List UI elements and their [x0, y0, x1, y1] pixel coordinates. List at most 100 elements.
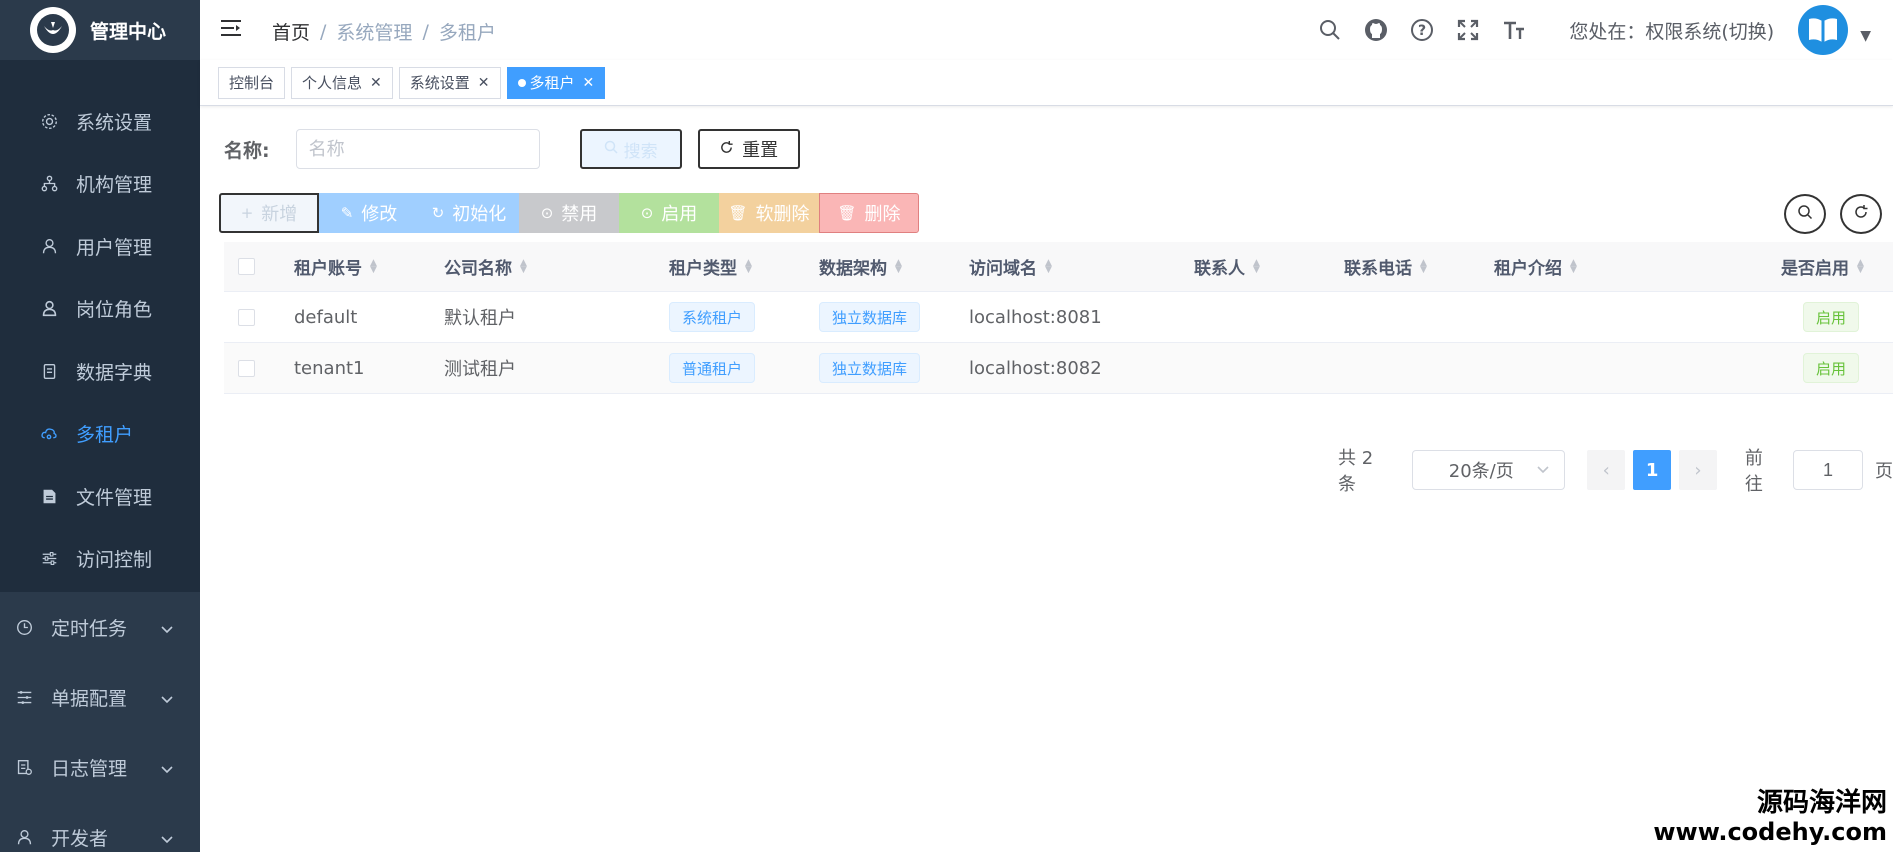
sidebar-item-files[interactable]: 文件管理: [0, 465, 200, 528]
sort-icon[interactable]: ▲ ▼: [1045, 258, 1052, 274]
reset-button[interactable]: 重置: [697, 129, 800, 169]
search-icon[interactable]: [1317, 17, 1343, 43]
col-account[interactable]: 租户账号 ▲ ▼: [294, 254, 444, 279]
hamburger-icon[interactable]: [220, 18, 244, 42]
sidebar-item-label: 访问控制: [76, 549, 153, 572]
sort-icon[interactable]: ▲ ▼: [895, 258, 902, 274]
breadcrumb-system[interactable]: 系统管理: [336, 18, 412, 45]
refresh-icon: [719, 139, 734, 160]
logo-icon: [30, 7, 76, 53]
name-search-input[interactable]: [295, 129, 540, 169]
chevron-down-icon: [1536, 459, 1550, 480]
add-button[interactable]: + 新增: [219, 193, 319, 233]
sort-icon[interactable]: ▲ ▼: [1420, 258, 1427, 274]
sidebar-group-logs[interactable]: 日志管理: [0, 732, 200, 802]
sidebar-item-access[interactable]: 访问控制: [0, 528, 200, 591]
sort-icon[interactable]: ▲ ▼: [520, 258, 527, 274]
refresh-table-button[interactable]: [1840, 194, 1882, 234]
page-number[interactable]: 1: [1633, 450, 1672, 490]
sidebar-item-dict[interactable]: 数据字典: [0, 340, 200, 403]
table-row[interactable]: tenant1 测试租户 普通租户 独立数据库 localhost:8082 启…: [224, 343, 1893, 394]
sort-icon[interactable]: ▲ ▼: [745, 258, 752, 274]
sidebar-item-label: 机构管理: [76, 174, 153, 197]
col-intro[interactable]: 租户介绍 ▲ ▼: [1494, 254, 1781, 279]
caret-down-icon[interactable]: ▼: [1860, 28, 1871, 44]
avatar[interactable]: [1798, 5, 1849, 55]
sidebar-item-label: 岗位角色: [76, 299, 153, 322]
status-badge: 启用: [1802, 353, 1859, 383]
tag-dashboard[interactable]: 控制台: [218, 66, 286, 99]
close-icon[interactable]: ✕: [370, 75, 382, 91]
tree-icon: [40, 175, 58, 193]
row-checkbox[interactable]: [238, 308, 255, 326]
sidebar-item-tenant[interactable]: 多租户: [0, 403, 200, 466]
init-button[interactable]: ↻ 初始化: [419, 193, 519, 233]
search-button[interactable]: 搜索: [579, 129, 682, 169]
sort-icon[interactable]: ▲ ▼: [370, 258, 377, 274]
sidebar: 管理中心 系统设置 机构管理 用户管理 岗位角色 数据字典 多租户 文件管理 访…: [0, 0, 200, 852]
next-page-button[interactable]: ›: [1679, 450, 1717, 490]
tag-profile[interactable]: 个人信息 ✕: [291, 66, 393, 99]
soft-delete-button[interactable]: 🗑 软删除: [719, 193, 819, 233]
sidebar-item-label: 系统设置: [76, 111, 153, 134]
edit-button[interactable]: ✎ 修改: [319, 193, 419, 233]
disable-button[interactable]: ⊙ 禁用: [519, 193, 619, 233]
tag-settings[interactable]: 系统设置 ✕: [398, 66, 501, 99]
delete-button[interactable]: 🗑 删除: [819, 193, 919, 233]
table-row[interactable]: default 默认租户 系统租户 独立数据库 localhost:8081 启…: [224, 292, 1893, 343]
sort-icon[interactable]: ▲ ▼: [1253, 258, 1260, 274]
document-icon: [40, 362, 58, 380]
close-icon[interactable]: ✕: [478, 75, 490, 91]
sidebar-item-system-settings[interactable]: 系统设置: [0, 90, 200, 153]
developer-icon: [15, 828, 33, 846]
page-size-select[interactable]: 20条/页: [1411, 450, 1566, 490]
trash-icon: 🗑: [837, 204, 857, 222]
logo[interactable]: 管理中心: [0, 0, 200, 60]
sidebar-item-roles[interactable]: 岗位角色: [0, 278, 200, 341]
font-size-icon[interactable]: [1501, 17, 1527, 43]
sort-icon[interactable]: ▲ ▼: [1857, 258, 1864, 274]
breadcrumb: 首页 / 系统管理 / 多租户: [272, 18, 496, 45]
close-icon[interactable]: ✕: [583, 75, 595, 91]
goto-page-input[interactable]: [1793, 450, 1864, 490]
plus-icon: +: [240, 204, 254, 222]
fullscreen-icon[interactable]: [1455, 17, 1481, 43]
prev-page-button[interactable]: ‹: [1587, 450, 1626, 490]
search-icon: [604, 139, 618, 159]
col-domain[interactable]: 访问域名 ▲ ▼: [969, 254, 1194, 279]
sidebar-group-label: 定时任务: [51, 617, 128, 640]
sidebar-item-label: 用户管理: [76, 236, 153, 259]
col-phone[interactable]: 联系电话 ▲ ▼: [1344, 254, 1494, 279]
sidebar-item-org[interactable]: 机构管理: [0, 153, 200, 216]
sidebar-group-scheduled[interactable]: 定时任务: [0, 592, 200, 662]
sort-icon[interactable]: ▲ ▼: [1570, 258, 1577, 274]
select-all-checkbox[interactable]: [238, 258, 255, 275]
col-company[interactable]: 公司名称 ▲ ▼: [444, 254, 669, 279]
chevron-down-icon: [160, 688, 174, 710]
col-contact[interactable]: 联系人 ▲ ▼: [1194, 254, 1344, 279]
tag-label: 系统设置: [409, 74, 470, 92]
arch-badge: 独立数据库: [819, 353, 921, 383]
cell-domain: localhost:8081: [969, 306, 1102, 328]
github-icon[interactable]: [1363, 17, 1389, 43]
cell-company: 测试租户: [444, 359, 516, 380]
col-arch[interactable]: 数据架构 ▲ ▼: [819, 254, 969, 279]
logo-title: 管理中心: [90, 20, 167, 43]
sidebar-group-developer[interactable]: 开发者: [0, 802, 200, 852]
type-badge: 普通租户: [669, 353, 756, 383]
breadcrumb-home[interactable]: 首页: [272, 18, 310, 45]
col-enabled[interactable]: 是否启用 ▲ ▼: [1781, 254, 1881, 279]
row-checkbox[interactable]: [238, 359, 255, 377]
help-icon[interactable]: ?: [1409, 17, 1435, 43]
toggle-search-button[interactable]: [1784, 194, 1826, 234]
enable-button[interactable]: ⊙ 启用: [619, 193, 719, 233]
arch-badge: 独立数据库: [819, 302, 921, 332]
sidebar-group-label: 开发者: [51, 827, 109, 850]
tag-label: 控制台: [229, 74, 275, 92]
soft-delete-button-label: 软删除: [755, 204, 810, 225]
sidebar-group-docs[interactable]: 单据配置: [0, 662, 200, 732]
system-switch[interactable]: 您处在：权限系统(切换): [1569, 17, 1774, 44]
sidebar-item-users[interactable]: 用户管理: [0, 215, 200, 278]
tag-tenant[interactable]: 多租户 ✕: [506, 66, 606, 99]
col-type[interactable]: 租户类型 ▲ ▼: [669, 254, 819, 279]
